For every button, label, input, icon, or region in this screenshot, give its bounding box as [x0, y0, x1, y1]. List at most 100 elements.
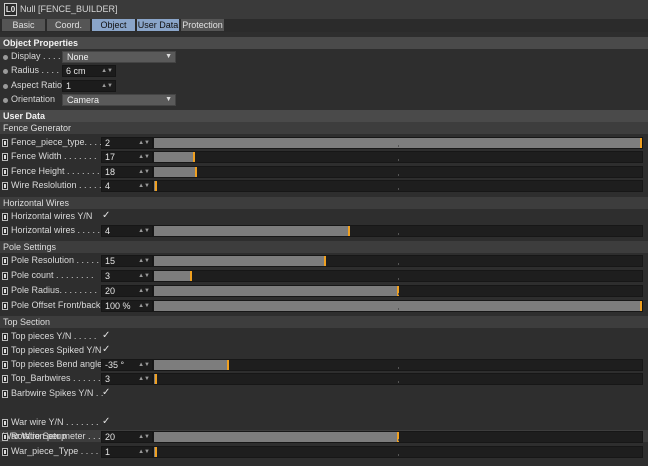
animation-dot-icon[interactable] — [3, 55, 8, 60]
param-slider[interactable] — [153, 359, 643, 371]
keyframe-icon[interactable] — [2, 227, 8, 235]
chevron-down-icon: ▼ — [165, 96, 172, 103]
keyframe-icon[interactable] — [2, 272, 8, 280]
checkbox[interactable]: ✓ — [102, 210, 110, 221]
param-label: War_piece_Type . . . . . — [11, 446, 104, 456]
checkbox[interactable]: ✓ — [102, 344, 110, 355]
user-data-row: Fence Width . . . . . . . 17 ▲▼ — [0, 150, 648, 164]
param-slider[interactable] — [153, 373, 643, 385]
param-label: Fence Width . . . . . . . — [11, 151, 97, 161]
stepper-arrows-icon[interactable]: ▲▼ — [138, 447, 150, 457]
tab-coord[interactable]: Coord. — [47, 19, 91, 31]
slider-midpoint-tick — [398, 454, 399, 456]
param-input[interactable]: 4 ▲▼ — [101, 225, 153, 237]
checkbox[interactable]: ✓ — [102, 330, 110, 341]
object-properties-header[interactable]: Object Properties — [0, 37, 648, 49]
stepper-arrows-icon[interactable]: ▲▼ — [138, 271, 150, 281]
keyframe-icon[interactable] — [2, 448, 8, 456]
stepper-arrows-icon[interactable]: ▲▼ — [138, 138, 150, 148]
radius-input[interactable]: 6 cm ▲▼ — [62, 65, 116, 77]
param-input[interactable]: 20 ▲▼ — [101, 285, 153, 297]
stepper-arrows-icon[interactable]: ▲▼ — [138, 256, 150, 266]
user-data-header[interactable]: User Data — [0, 110, 648, 122]
user-data-row: Barbwire Spikes Y/N . . ✓ — [0, 387, 648, 401]
keyframe-icon[interactable] — [2, 419, 8, 427]
param-slider[interactable] — [153, 431, 643, 443]
user-data-row: Pole Radius. . . . . . . . 20 ▲▼ — [0, 284, 648, 298]
stepper-arrows-icon[interactable]: ▲▼ — [138, 432, 150, 442]
param-input[interactable]: 3 ▲▼ — [101, 373, 153, 385]
param-input[interactable]: 15 ▲▼ — [101, 255, 153, 267]
stepper-arrows-icon[interactable]: ▲▼ — [138, 374, 150, 384]
pole-settings-group-header[interactable]: Pole Settings — [0, 241, 648, 253]
stepper-arrows-icon[interactable]: ▲▼ — [101, 66, 113, 76]
aspect-ratio-row: Aspect Ratio 1 ▲▼ — [0, 79, 648, 93]
param-slider[interactable] — [153, 225, 643, 237]
keyframe-icon[interactable] — [2, 347, 8, 355]
keyframe-icon[interactable] — [2, 182, 8, 190]
param-label: Rotation per meter . . . — [11, 431, 101, 441]
param-input[interactable]: 4 ▲▼ — [101, 180, 153, 192]
checkbox[interactable]: ✓ — [102, 416, 110, 427]
stepper-arrows-icon[interactable]: ▲▼ — [138, 167, 150, 177]
orientation-dropdown[interactable]: Camera ▼ — [62, 94, 176, 106]
keyframe-icon[interactable] — [2, 302, 8, 310]
keyframe-icon[interactable] — [2, 153, 8, 161]
keyframe-icon[interactable] — [2, 375, 8, 383]
keyframe-icon[interactable] — [2, 333, 8, 341]
param-input[interactable]: 20 ▲▼ — [101, 431, 153, 443]
keyframe-icon[interactable] — [2, 139, 8, 147]
param-input[interactable]: 100 % ▲▼ — [101, 300, 153, 312]
param-slider[interactable] — [153, 255, 643, 267]
param-input[interactable]: -35 ° ▲▼ — [101, 359, 153, 371]
param-label: Top pieces Y/N . . . . . — [11, 331, 97, 341]
keyframe-icon[interactable] — [2, 361, 8, 369]
param-slider[interactable] — [153, 151, 643, 163]
animation-dot-icon[interactable] — [3, 69, 8, 74]
horizontal-wires-group-header[interactable]: Horizontal Wires — [0, 197, 648, 209]
param-input[interactable]: 2 ▲▼ — [101, 137, 153, 149]
tab-user-data[interactable]: User Data — [137, 19, 180, 31]
stepper-arrows-icon[interactable]: ▲▼ — [138, 301, 150, 311]
stepper-arrows-icon[interactable]: ▲▼ — [138, 226, 150, 236]
keyframe-icon[interactable] — [2, 390, 8, 398]
keyframe-icon[interactable] — [2, 433, 8, 441]
animation-dot-icon[interactable] — [3, 98, 8, 103]
param-slider[interactable] — [153, 270, 643, 282]
param-value: 20 — [105, 286, 116, 296]
top-section-group-header[interactable]: Top Section — [0, 316, 648, 328]
animation-dot-icon[interactable] — [3, 84, 8, 89]
stepper-arrows-icon[interactable]: ▲▼ — [138, 152, 150, 162]
param-slider[interactable] — [153, 166, 643, 178]
user-data-row: Top pieces Y/N . . . . . ✓ — [0, 330, 648, 344]
stepper-arrows-icon[interactable]: ▲▼ — [138, 181, 150, 191]
stepper-arrows-icon[interactable]: ▲▼ — [138, 360, 150, 370]
checkbox[interactable]: ✓ — [102, 387, 110, 398]
fence-generator-group-header[interactable]: Fence Generator — [0, 122, 648, 134]
slider-midpoint-tick — [398, 278, 399, 280]
tab-basic[interactable]: Basic — [2, 19, 46, 31]
param-input[interactable]: 17 ▲▼ — [101, 151, 153, 163]
aspect-ratio-input[interactable]: 1 ▲▼ — [62, 80, 116, 92]
radius-row: Radius . . . . . 6 cm ▲▼ — [0, 64, 648, 78]
param-slider[interactable] — [153, 285, 643, 297]
display-dropdown[interactable]: None ▼ — [62, 51, 176, 63]
stepper-arrows-icon[interactable]: ▲▼ — [138, 286, 150, 296]
param-input[interactable]: 3 ▲▼ — [101, 270, 153, 282]
param-label: Top pieces Bend angle — [11, 359, 103, 369]
keyframe-icon[interactable] — [2, 168, 8, 176]
tab-object[interactable]: Object — [92, 19, 136, 31]
param-slider[interactable] — [153, 137, 643, 149]
param-slider[interactable] — [153, 300, 643, 312]
tab-protection[interactable]: Protection — [181, 19, 225, 31]
param-input[interactable]: 18 ▲▼ — [101, 166, 153, 178]
keyframe-icon[interactable] — [2, 287, 8, 295]
stepper-arrows-icon[interactable]: ▲▼ — [101, 81, 113, 91]
param-value: 3 — [105, 271, 111, 281]
keyframe-icon[interactable] — [2, 213, 8, 221]
keyframe-icon[interactable] — [2, 257, 8, 265]
param-input[interactable]: 1 ▲▼ — [101, 446, 153, 458]
param-slider[interactable] — [153, 180, 643, 192]
user-data-row: Top pieces Bend angle -35 ° ▲▼ — [0, 358, 648, 372]
param-slider[interactable] — [153, 446, 643, 458]
